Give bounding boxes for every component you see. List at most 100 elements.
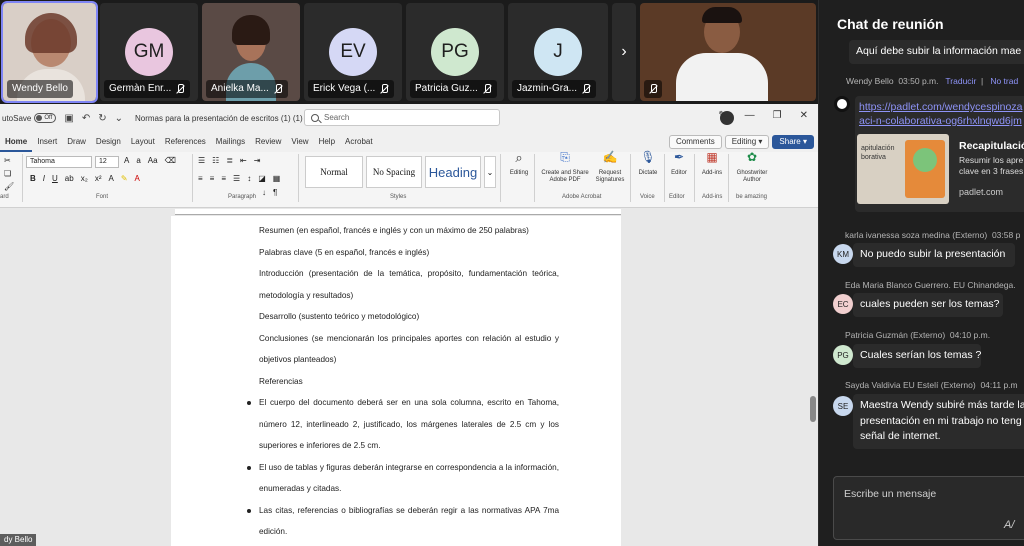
ribbon-options-icon[interactable]: ✎ — [718, 110, 726, 121]
participant-tile-anielka[interactable]: Anielka Ma... — [202, 3, 300, 101]
participant-tile-german[interactable]: GM Germàn Enr... — [100, 3, 198, 101]
font-name-select[interactable]: Tahoma — [26, 156, 92, 168]
style-no-spacing[interactable]: No Spacing — [366, 156, 422, 188]
editor-icon: ✒ — [673, 150, 685, 164]
styles-more-icon[interactable]: ⌄ — [484, 156, 496, 188]
strikethrough-icon[interactable]: ab — [65, 174, 74, 183]
format-text-icon[interactable]: A/ — [1004, 519, 1014, 531]
dictate-button[interactable]: 🎙 Dictate — [634, 151, 662, 177]
format-painter-icon[interactable]: 🖌 — [4, 182, 14, 191]
participant-tile-active-speaker[interactable] — [640, 3, 816, 101]
show-marks-icon[interactable]: ¶ — [273, 188, 277, 197]
subscript-icon[interactable]: x₂ — [81, 174, 88, 183]
editor-label: Editor — [671, 170, 687, 176]
editor-button[interactable]: ✒ Editor — [666, 150, 692, 177]
participant-tile-patricia[interactable]: PG Patricia Guz... — [406, 3, 504, 101]
bullets-icon[interactable]: ☰ — [198, 156, 205, 165]
copy-icon[interactable]: ❏ — [4, 169, 14, 178]
strip-next-button[interactable]: › — [612, 3, 636, 101]
create-share-pdf-button[interactable]: ⎘ Create and Share Adobe PDF — [538, 151, 592, 184]
divider — [694, 154, 695, 202]
scroll-thumb[interactable] — [810, 396, 816, 422]
multilevel-icon[interactable]: ≣ — [226, 156, 233, 165]
sort-icon[interactable]: ↓ — [262, 188, 266, 197]
message-line: Maestra Wendy subiré más tarde la — [860, 399, 1024, 411]
italic-icon[interactable]: I — [43, 174, 45, 183]
participant-tile-erick[interactable]: EV Erick Vega (... — [304, 3, 402, 101]
line-spacing-icon[interactable]: ↕ — [247, 174, 251, 183]
chat-message-bubble[interactable]: Aquí debe subir la información mae — [849, 40, 1024, 64]
ghostwriter-button[interactable]: ✿ Ghostwriter Author — [732, 150, 772, 184]
tab-view[interactable]: View — [286, 132, 313, 152]
align-right-icon[interactable]: ≡ — [221, 174, 226, 183]
translate-link[interactable]: Traducir — [945, 76, 976, 86]
ghostwriter-icon: ✿ — [746, 150, 758, 164]
ruler-track[interactable] — [175, 209, 621, 215]
close-icon[interactable]: ✕ — [800, 110, 808, 121]
align-center-icon[interactable]: ≡ — [210, 174, 215, 183]
change-case-icon[interactable]: Aa — [148, 156, 158, 165]
style-normal[interactable]: Normal — [305, 156, 363, 188]
tab-insert[interactable]: Insert — [32, 132, 62, 152]
superscript-icon[interactable]: x² — [95, 174, 102, 183]
shading-icon[interactable]: ◪ — [258, 174, 266, 183]
addins-button[interactable]: ▦ Add-ins — [698, 151, 726, 177]
decrease-indent-icon[interactable]: ⇤ — [240, 156, 247, 165]
customize-icon[interactable]: ⌄ — [115, 113, 123, 124]
justify-icon[interactable]: ☰ — [233, 174, 240, 183]
text-effects-icon[interactable]: A — [108, 174, 113, 183]
chat-message-bubble[interactable]: cuales pueden ser los temas? — [853, 293, 1003, 317]
style-heading[interactable]: Heading — [425, 156, 481, 188]
tab-acrobat[interactable]: Acrobat — [340, 132, 378, 152]
editing-mode-button[interactable]: Editing ▾ — [724, 135, 770, 149]
search-input[interactable]: Search — [304, 109, 500, 126]
document-scrollbar[interactable] — [810, 216, 816, 546]
shrink-font-icon[interactable]: a — [136, 156, 140, 165]
share-button[interactable]: Share ▾ — [772, 135, 814, 149]
sender-avatar: EC — [833, 294, 853, 314]
borders-icon[interactable]: ▦ — [273, 174, 281, 183]
tab-layout[interactable]: Layout — [126, 132, 160, 152]
editing-button[interactable]: ⌕ Editing — [506, 151, 532, 177]
chat-message-bubble[interactable]: Maestra Wendy subiré más tarde la presen… — [853, 394, 1024, 449]
tab-home[interactable]: Home — [0, 132, 33, 152]
font-size-select[interactable]: 12 — [95, 156, 119, 168]
document-title[interactable]: Normas para la presentación de escritos … — [135, 114, 309, 123]
divider — [728, 154, 729, 202]
link-preview-card[interactable]: https://padlet.com/wendycespinoza aci-n-… — [855, 96, 1024, 212]
restore-icon[interactable]: ❐ — [773, 110, 782, 121]
grow-font-icon[interactable]: A — [124, 156, 129, 165]
chat-message-bubble[interactable]: No puedo subir la presentación — [853, 243, 1015, 267]
tab-references[interactable]: References — [160, 132, 211, 152]
no-translate-link[interactable]: No trad — [990, 76, 1018, 86]
save-icon[interactable]: ▣ — [64, 113, 73, 124]
document-page[interactable]: Resumen (en español, francés e inglés y … — [171, 216, 621, 546]
underline-icon[interactable]: U — [52, 174, 58, 183]
message-compose-box[interactable]: Escribe un mensaje A/ — [833, 476, 1024, 540]
tab-draw[interactable]: Draw — [62, 132, 91, 152]
redo-icon[interactable]: ↻ — [98, 113, 106, 124]
request-signatures-button[interactable]: ✍ Request Signatures — [593, 151, 627, 184]
autosave-toggle[interactable]: Off — [34, 113, 57, 123]
clear-format-icon[interactable]: ⌫ — [165, 156, 176, 165]
undo-icon[interactable]: ↶ — [82, 113, 90, 124]
chat-message-bubble[interactable]: Cuales serían los temas ? — [853, 344, 981, 368]
tab-review[interactable]: Review — [250, 132, 286, 152]
increase-indent-icon[interactable]: ⇥ — [254, 156, 261, 165]
font-color-icon[interactable]: A — [135, 174, 140, 183]
highlight-icon[interactable]: ✎ — [121, 174, 128, 183]
numbering-icon[interactable]: ☷ — [212, 156, 219, 165]
document-body[interactable]: Resumen (en español, francés e inglés y … — [247, 220, 559, 543]
participant-name: Jazmin-Gra... — [512, 80, 597, 98]
participant-tile-jazmin[interactable]: J Jazmin-Gra... — [508, 3, 608, 101]
tab-help[interactable]: Help — [314, 132, 340, 152]
cut-icon[interactable]: ✂ — [4, 156, 14, 165]
bold-icon[interactable]: B — [30, 174, 36, 183]
padlet-link[interactable]: https://padlet.com/wendycespinoza aci-n-… — [859, 100, 1022, 128]
tab-design[interactable]: Design — [91, 132, 126, 152]
minimize-icon[interactable]: — — [745, 110, 755, 121]
comments-button[interactable]: Comments — [669, 135, 722, 149]
align-left-icon[interactable]: ≡ — [198, 174, 203, 183]
tab-mailings[interactable]: Mailings — [211, 132, 250, 152]
participant-tile-wendy[interactable]: Wendy Bello — [1, 1, 98, 103]
